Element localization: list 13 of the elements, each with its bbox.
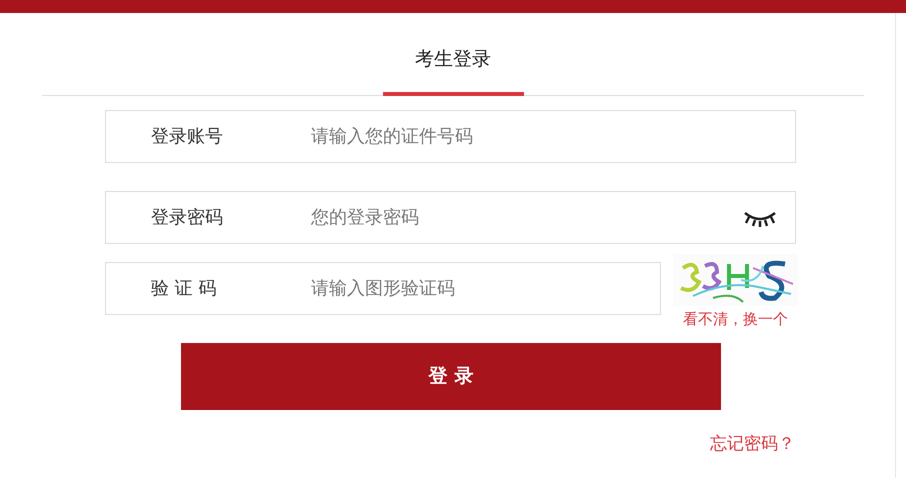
refresh-captcha-link[interactable]: 看不清，换一个 — [683, 308, 788, 330]
login-field[interactable]: 验 证 码 请输入图形验证码 — [105, 262, 661, 315]
forgot-password-link[interactable]: 忘记密码？ — [710, 432, 795, 458]
login-button[interactable]: 登 录 — [181, 343, 721, 410]
input-field[interactable]: 请输入您的证件号码 — [311, 123, 795, 150]
field-label: 登录密码 — [150, 206, 224, 230]
input-field[interactable]: 您的登录密码 — [311, 204, 742, 231]
field-label: 验 证 码 — [150, 277, 218, 301]
field-label: 登录账号 — [150, 125, 224, 149]
tab[interactable]: 考生登录 — [382, 13, 524, 96]
login-field[interactable]: 登录密码 您的登录密码 — [105, 191, 796, 244]
input-field[interactable]: 请输入图形验证码 — [311, 275, 660, 302]
login-field[interactable]: 登录账号 请输入您的证件号码 — [105, 110, 796, 163]
